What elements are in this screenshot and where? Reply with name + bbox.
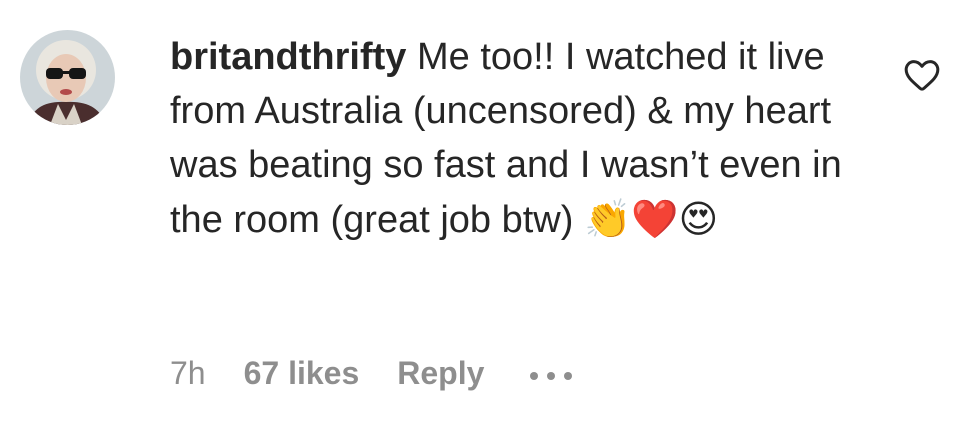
avatar[interactable] <box>20 30 115 125</box>
reply-button[interactable]: Reply <box>397 355 484 392</box>
comment-item: britandthrifty Me too!! I watched it liv… <box>0 0 980 425</box>
more-dot <box>564 371 573 380</box>
comment-time[interactable]: 7h <box>170 355 206 392</box>
comment-body: britandthrifty Me too!! I watched it liv… <box>170 30 860 247</box>
more-options-icon[interactable] <box>530 368 573 380</box>
comment-likes[interactable]: 67 likes <box>244 355 360 392</box>
heart-outline-icon[interactable] <box>902 55 942 95</box>
more-dot <box>547 371 556 380</box>
avatar-image <box>20 30 115 125</box>
comment-emojis: 👏❤️😍 <box>583 197 719 241</box>
comment-meta: 7h 67 likes Reply <box>170 355 573 392</box>
more-dot <box>530 371 539 380</box>
comment-username[interactable]: britandthrifty <box>170 36 406 78</box>
